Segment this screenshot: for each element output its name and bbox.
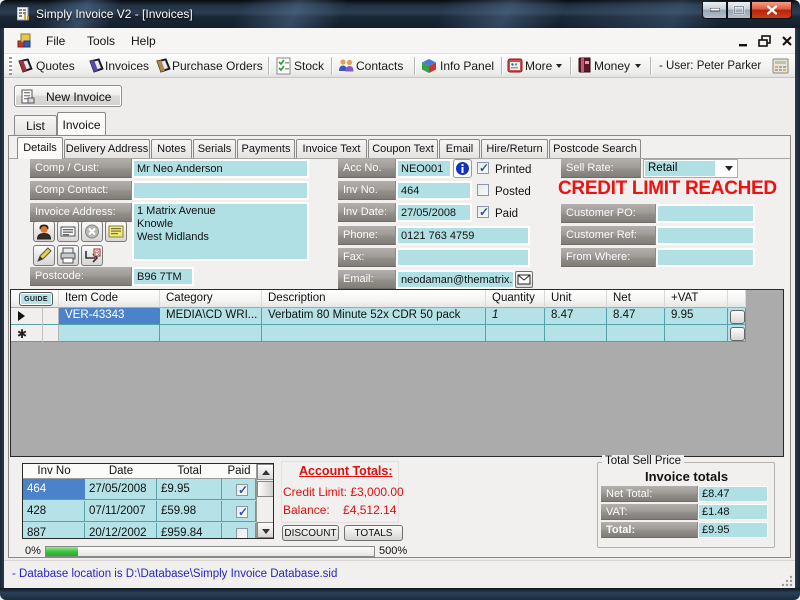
svg-text:R: R xyxy=(95,251,100,257)
